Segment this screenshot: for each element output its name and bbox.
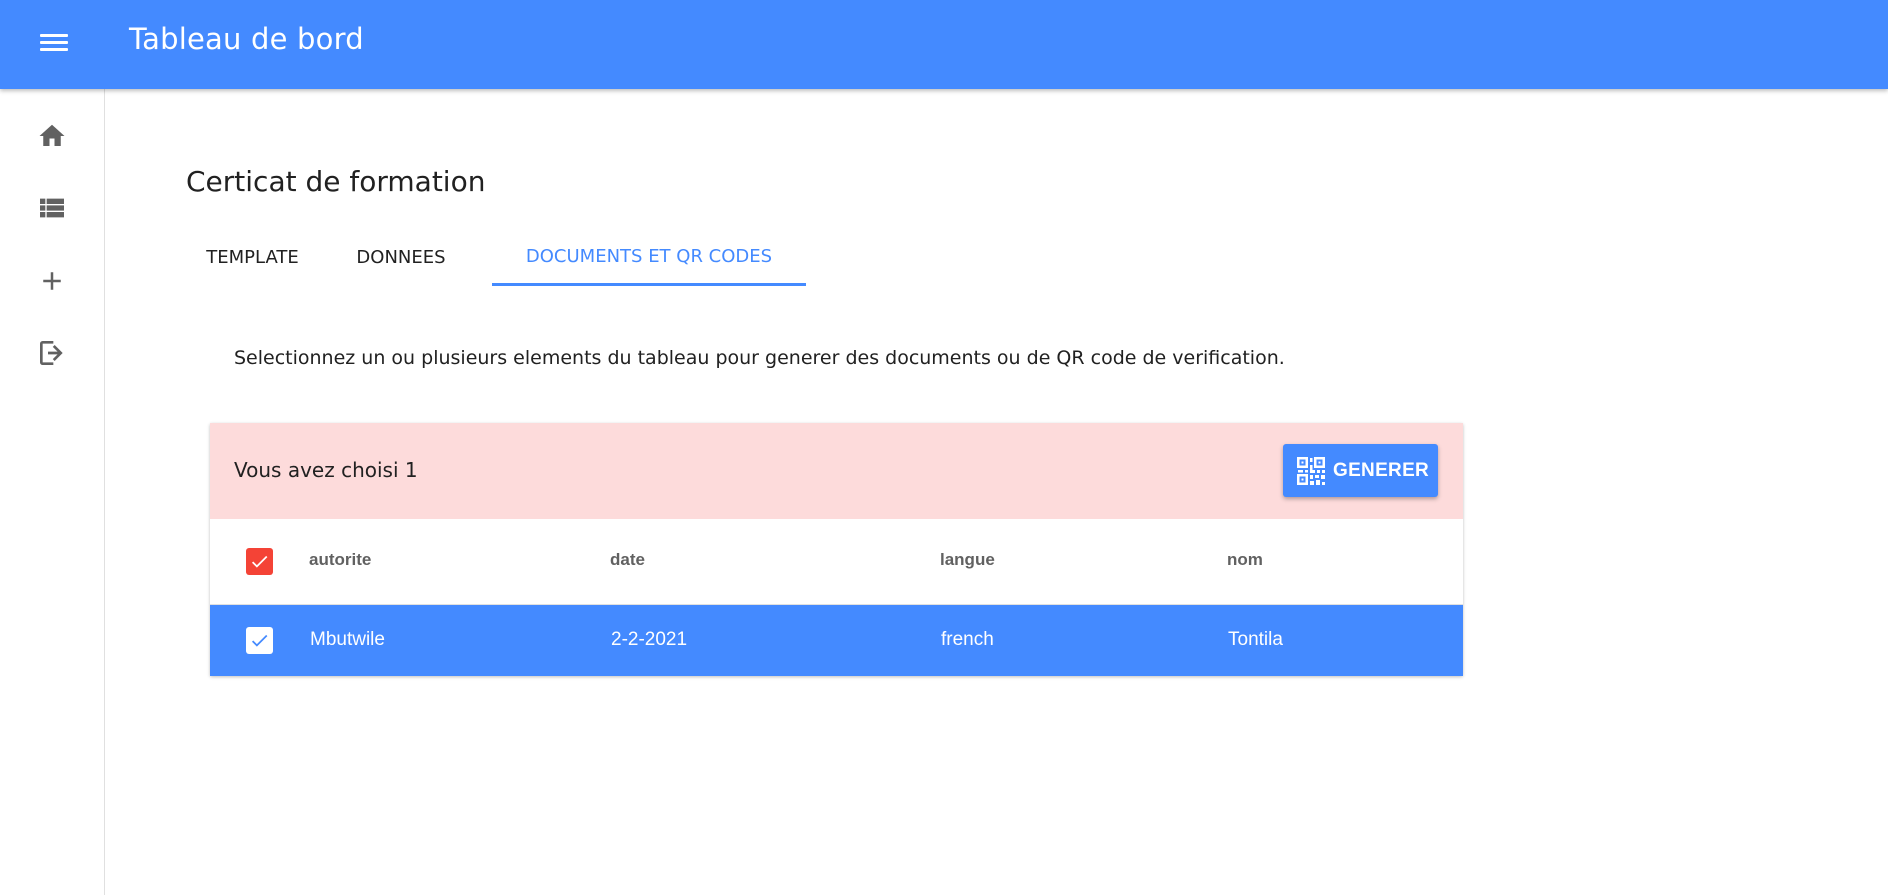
sidebar-item-home[interactable] [30,114,74,158]
check-icon [251,555,268,568]
table-cell-langue: french [941,629,994,650]
selection-bar: Vous avez choisi 1 GENERER [210,423,1463,519]
logout-icon [40,341,63,365]
main-content: Certicat de formation TEMPLATE DONNEES D… [105,89,1888,895]
menu-icon[interactable] [38,30,70,56]
table-cell-autorite: Mbutwile [310,629,385,650]
sidebar-item-logout[interactable] [30,331,74,375]
tab-documents-qr-codes[interactable]: DOCUMENTS ET QR CODES [492,229,806,286]
app-title: Tableau de bord [129,22,364,56]
table-header: autorite date langue nom [210,519,1463,605]
table-row[interactable]: Mbutwile 2-2-2021 french Tontila [210,605,1463,676]
sidebar-item-list[interactable] [30,186,74,230]
instruction-text: Selectionnez un ou plusieurs elements du… [234,347,1285,369]
check-icon [251,634,268,647]
tab-donnees[interactable]: DONNEES [319,229,483,285]
generate-button-label: GENERER [1333,459,1430,481]
column-header-langue[interactable]: langue [940,550,995,570]
row-checkbox[interactable] [246,627,273,654]
select-all-checkbox[interactable] [246,548,273,575]
column-header-date[interactable]: date [610,550,645,570]
app-bar: Tableau de bord [0,0,1888,89]
selection-count: Vous avez choisi 1 [234,458,418,482]
tab-template[interactable]: TEMPLATE [186,229,319,285]
table-cell-date: 2-2-2021 [611,629,688,650]
list-icon [40,198,64,218]
generate-button[interactable]: GENERER [1283,444,1438,497]
home-icon [39,124,65,146]
qr-code-icon [1297,456,1325,485]
data-table-card: Vous avez choisi 1 GENERER autorite date… [210,423,1463,676]
sidebar [0,89,105,895]
add-icon [43,272,61,290]
sidebar-item-add[interactable] [30,259,74,303]
column-header-autorite[interactable]: autorite [309,550,371,570]
table-cell-nom: Tontila [1228,629,1283,650]
column-header-nom[interactable]: nom [1227,550,1263,570]
page-title: Certicat de formation [186,165,486,198]
